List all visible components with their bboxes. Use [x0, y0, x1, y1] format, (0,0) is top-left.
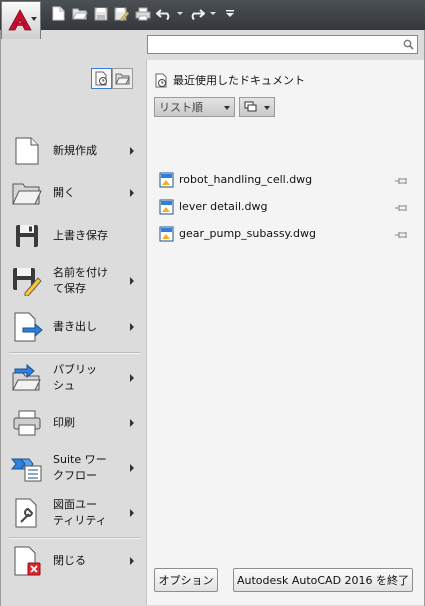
chevron-right-icon [130, 557, 134, 565]
recent-documents-header: 最近使用したドキュメント [154, 72, 305, 88]
search-input[interactable] [151, 37, 401, 52]
chevron-right-icon [130, 464, 134, 472]
menu-item-open[interactable]: 開く [1, 172, 144, 214]
recent-documents-pane: 最近使用したドキュメント リスト順 robot_handling_cell.dw… [146, 60, 424, 605]
display-mode-dropdown[interactable] [239, 97, 275, 117]
menu-separator [9, 537, 141, 539]
menu-item-label: 閉じる [53, 554, 86, 567]
sort-order-label: リスト順 [159, 101, 203, 114]
recent-file-item[interactable]: gear_pump_subassy.dwg [159, 220, 409, 247]
chevron-right-icon [130, 189, 134, 197]
pin-icon[interactable] [395, 229, 409, 242]
chevron-right-icon [130, 374, 134, 382]
menu-item-drawing-utilities[interactable]: 図面ユー ティリティ [1, 492, 144, 534]
recent-documents-toggle[interactable] [91, 68, 112, 89]
new-document-icon [1, 130, 53, 172]
save-disk-icon [1, 215, 53, 257]
menu-item-label: 書き出し [53, 320, 97, 333]
chevron-right-icon [130, 277, 134, 285]
print-icon[interactable] [134, 5, 151, 22]
chevron-right-icon [130, 147, 134, 155]
command-list: 新規作成 開く 上書き保存 名前を付け て保存 書き出し パブリッ シュ 印刷 … [1, 60, 144, 606]
menu-item-new[interactable]: 新規作成 [1, 130, 144, 172]
options-button[interactable]: オプション [154, 568, 218, 592]
save-icon[interactable] [92, 5, 109, 22]
exit-autocad-button[interactable]: Autodesk AutoCAD 2016 を終了 [233, 568, 413, 592]
menu-item-export[interactable]: 書き出し [1, 306, 144, 348]
menu-item-label: 名前を付け て保存 [53, 266, 108, 295]
chevron-right-icon [130, 509, 134, 517]
menu-item-label: Suite ワー クフロー [53, 453, 107, 482]
recent-documents-icon [95, 71, 107, 86]
save-as-icon [1, 260, 53, 302]
search-icon[interactable] [403, 39, 414, 53]
view-toggle [91, 68, 133, 89]
publish-icon [1, 357, 53, 399]
recent-file-name: robot_handling_cell.dwg [179, 173, 313, 186]
save-as-icon[interactable] [113, 5, 130, 22]
undo-dropdown-icon[interactable] [176, 5, 184, 22]
recent-files-list: robot_handling_cell.dwg lever detail.dwg… [159, 166, 409, 247]
chevron-down-icon [264, 106, 270, 110]
menu-item-label: 開く [53, 186, 75, 199]
menu-item-label: 印刷 [53, 416, 75, 429]
menu-item-publish[interactable]: パブリッ シュ [1, 357, 144, 399]
pin-icon[interactable] [395, 175, 409, 188]
chevron-right-icon [130, 419, 134, 427]
display-mode-icon [244, 101, 257, 112]
menu-item-print[interactable]: 印刷 [1, 402, 144, 444]
quick-access-toolbar [0, 0, 425, 39]
open-folder-icon[interactable] [71, 5, 88, 22]
open-folder-icon [1, 172, 53, 214]
menu-item-label: 図面ユー ティリティ [53, 498, 107, 527]
recent-documents-icon [155, 73, 167, 87]
application-menu-button[interactable] [1, 1, 41, 39]
menu-separator [9, 352, 141, 354]
menu-item-label: 上書き保存 [53, 229, 108, 242]
close-document-icon [1, 540, 53, 582]
recent-file-item[interactable]: robot_handling_cell.dwg [159, 166, 409, 193]
recent-file-name: lever detail.dwg [179, 200, 268, 213]
dwg-file-icon [159, 199, 174, 214]
menu-item-save-as[interactable]: 名前を付け て保存 [1, 260, 144, 302]
printer-icon [1, 402, 53, 444]
customize-toolbar-icon[interactable] [221, 5, 238, 22]
chevron-down-icon [224, 106, 230, 110]
drawing-utilities-icon [1, 492, 53, 534]
open-documents-toggle[interactable] [112, 68, 133, 89]
menu-item-label: パブリッ シュ [53, 363, 97, 392]
dwg-file-icon [159, 172, 174, 187]
menu-item-close[interactable]: 閉じる [1, 540, 144, 582]
open-documents-icon [115, 73, 130, 85]
recent-file-item[interactable]: lever detail.dwg [159, 193, 409, 220]
chevron-down-icon [31, 17, 37, 21]
undo-icon[interactable] [155, 5, 172, 22]
redo-dropdown-icon[interactable] [209, 5, 217, 22]
sort-order-dropdown[interactable]: リスト順 [154, 97, 235, 117]
autocad-logo-icon [8, 9, 32, 31]
search-box [147, 35, 418, 54]
suite-workflow-icon [1, 447, 53, 489]
menu-item-label: 新規作成 [53, 144, 97, 157]
menu-item-suite-workflow[interactable]: Suite ワー クフロー [1, 447, 144, 489]
export-icon [1, 306, 53, 348]
menu-item-save[interactable]: 上書き保存 [1, 215, 144, 257]
dwg-file-icon [159, 226, 174, 241]
pin-icon[interactable] [395, 202, 409, 215]
redo-icon[interactable] [188, 5, 205, 22]
recent-file-name: gear_pump_subassy.dwg [179, 227, 316, 240]
recent-documents-title: 最近使用したドキュメント [173, 74, 305, 87]
chevron-right-icon [130, 323, 134, 331]
application-menu: 新規作成 開く 上書き保存 名前を付け て保存 書き出し パブリッ シュ 印刷 … [0, 30, 425, 606]
new-file-icon[interactable] [50, 5, 67, 22]
